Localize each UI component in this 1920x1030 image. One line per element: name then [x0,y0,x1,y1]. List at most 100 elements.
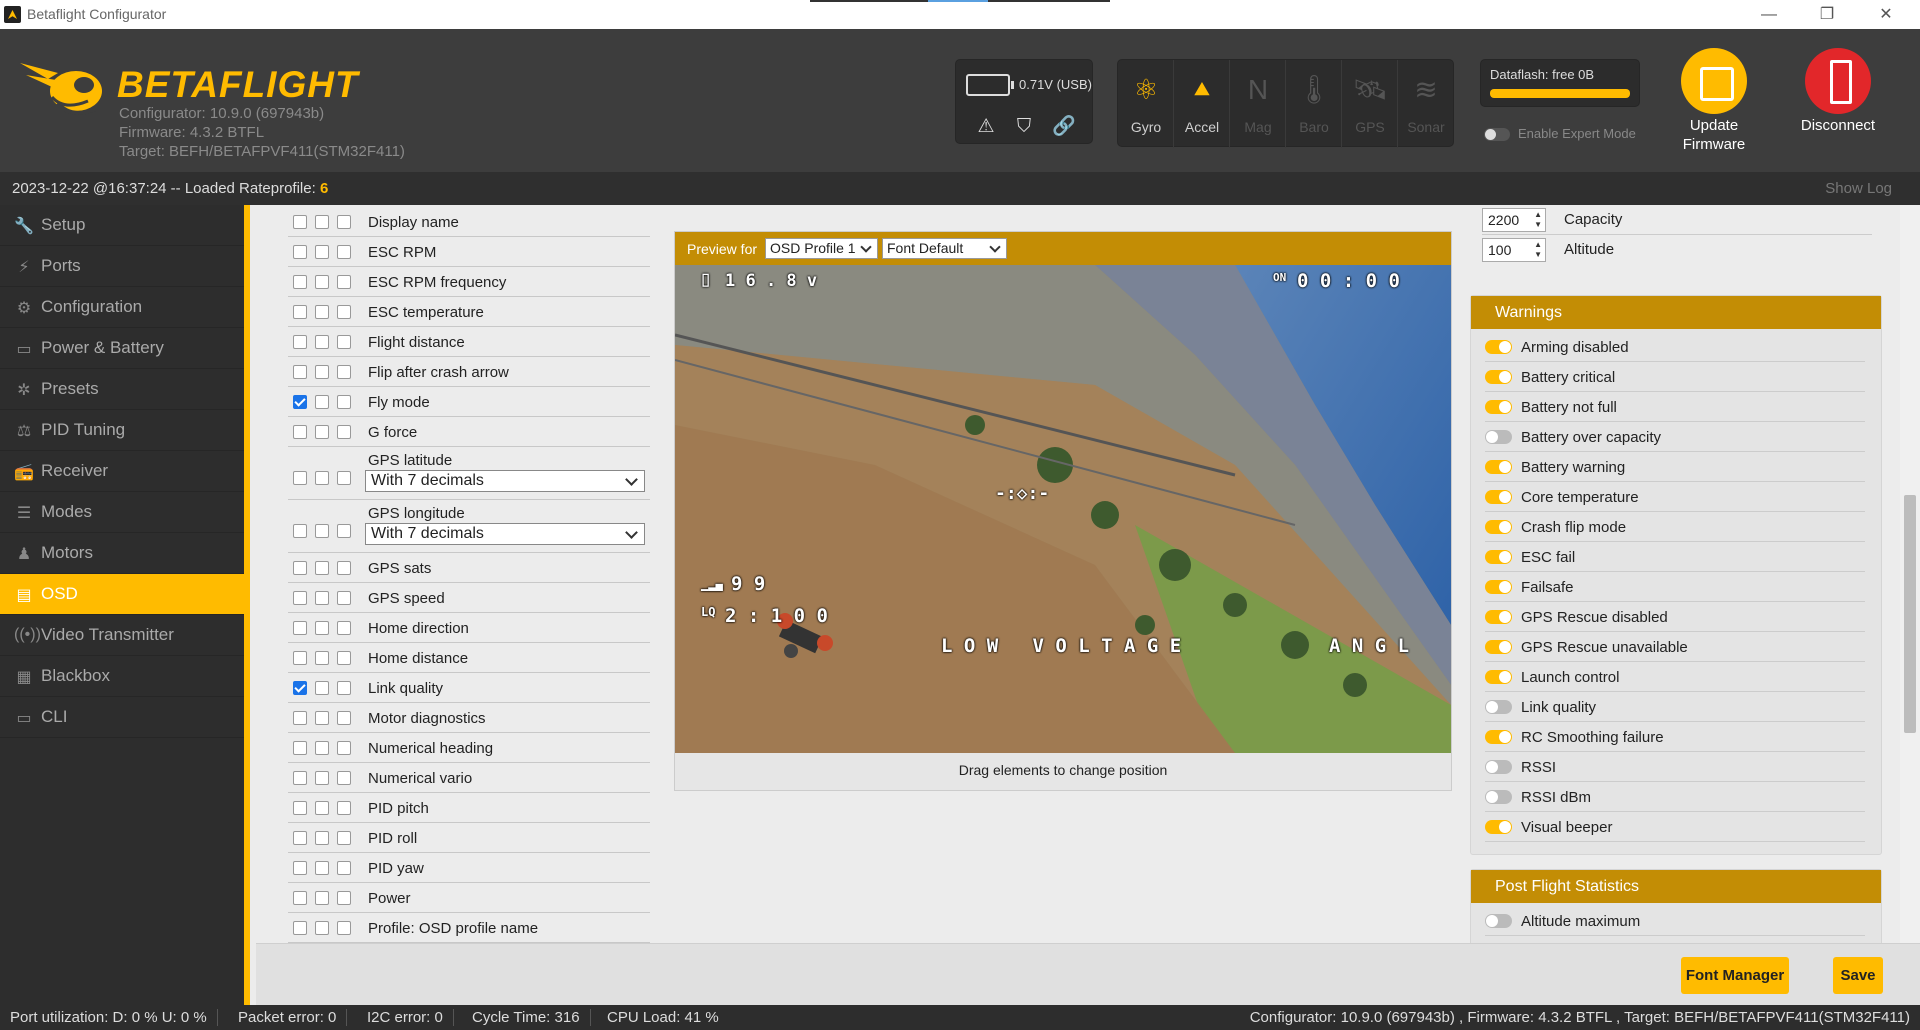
osd-element-checkbox-profile-1[interactable] [293,621,307,635]
sidebar-item-receiver[interactable]: 📻 Receiver [0,451,244,492]
expert-mode-switch[interactable] [1484,128,1510,142]
osd-profile-select[interactable]: OSD Profile 1 [765,238,878,259]
osd-element-checkbox-profile-3[interactable] [337,921,351,935]
minimize-button[interactable]: — [1746,2,1792,28]
content-scrollbar[interactable] [1900,205,1920,943]
altitude-input[interactable]: 100 [1482,238,1546,262]
video-preview[interactable]: ▯ 1 6 . 8 v ON 0 0 : 0 0 -:◇:- ▁▂▄ 9 9 L… [675,265,1451,753]
osd-element-checkbox-profile-1[interactable] [293,891,307,905]
toggle-switch[interactable] [1485,400,1512,414]
osd-element-checkbox-profile-3[interactable] [337,621,351,635]
osd-element-checkbox-profile-1[interactable] [293,651,307,665]
osd-element-checkbox-profile-3[interactable] [337,335,351,349]
osd-element-checkbox-profile-2[interactable] [315,681,329,695]
osd-rssi-icon[interactable]: ▁▂▄ [701,577,723,591]
sidebar-item-presets[interactable]: ✲ Presets [0,369,244,410]
disconnect-button[interactable] [1805,48,1871,114]
osd-element-checkbox-profile-3[interactable] [337,651,351,665]
osd-lq-icon[interactable]: LQ [701,605,715,619]
sidebar-item-power-battery[interactable]: ▭ Power & Battery [0,328,244,369]
sidebar-item-video-transmitter[interactable]: ((•)) Video Transmitter [0,615,244,656]
font-select[interactable]: Font Default [882,238,1007,259]
osd-timer-icon[interactable]: ON [1273,271,1286,284]
osd-element-checkbox-profile-1[interactable] [293,395,307,409]
toggle-switch[interactable] [1485,820,1512,834]
osd-element-checkbox-profile-1[interactable] [293,561,307,575]
osd-element-checkbox-profile-2[interactable] [315,651,329,665]
sidebar-item-ports[interactable]: ⚡ Ports [0,246,244,287]
osd-crosshair[interactable]: -:◇:- [995,483,1049,504]
sidebar-item-cli[interactable]: ▭ CLI [0,697,244,738]
osd-element-checkbox-profile-2[interactable] [315,305,329,319]
osd-element-checkbox-profile-3[interactable] [337,561,351,575]
sidebar-item-pid-tuning[interactable]: ⚖ PID Tuning [0,410,244,451]
osd-element-checkbox-profile-2[interactable] [315,471,329,485]
osd-element-checkbox-profile-3[interactable] [337,771,351,785]
osd-element-checkbox-profile-1[interactable] [293,425,307,439]
toggle-switch[interactable] [1485,670,1512,684]
osd-element-checkbox-profile-1[interactable] [293,245,307,259]
osd-element-checkbox-profile-1[interactable] [293,524,307,538]
osd-element-checkbox-profile-3[interactable] [337,591,351,605]
osd-element-checkbox-profile-1[interactable] [293,921,307,935]
osd-element-checkbox-profile-1[interactable] [293,681,307,695]
toggle-switch[interactable] [1485,370,1512,384]
sidebar-item-motors[interactable]: ♟ Motors [0,533,244,574]
osd-warnings[interactable]: L O W V O L T A G E [941,635,1181,657]
toggle-switch[interactable] [1485,550,1512,564]
osd-element-variant-select[interactable]: With 7 decimals [365,470,645,492]
osd-element-checkbox-profile-2[interactable] [315,524,329,538]
osd-element-checkbox-profile-3[interactable] [337,831,351,845]
scrollbar-thumb[interactable] [1904,495,1916,733]
osd-element-checkbox-profile-1[interactable] [293,861,307,875]
update-firmware-button[interactable] [1681,48,1747,114]
osd-element-checkbox-profile-3[interactable] [337,524,351,538]
osd-element-checkbox-profile-1[interactable] [293,275,307,289]
osd-element-checkbox-profile-3[interactable] [337,305,351,319]
osd-element-checkbox-profile-1[interactable] [293,801,307,815]
update-firmware-label[interactable]: Update Firmware [1664,116,1764,154]
osd-element-checkbox-profile-3[interactable] [337,245,351,259]
osd-element-checkbox-profile-2[interactable] [315,741,329,755]
show-log-link[interactable]: Show Log [1825,180,1892,197]
osd-element-checkbox-profile-2[interactable] [315,801,329,815]
toggle-switch[interactable] [1485,610,1512,624]
osd-element-checkbox-profile-1[interactable] [293,365,307,379]
osd-fly-mode[interactable]: A N G L [1329,635,1409,657]
osd-rssi[interactable]: 9 9 [731,573,765,595]
sidebar-item-blackbox[interactable]: ▦ Blackbox [0,656,244,697]
osd-element-checkbox-profile-2[interactable] [315,245,329,259]
sidebar-item-modes[interactable]: ☰ Modes [0,492,244,533]
osd-element-checkbox-profile-3[interactable] [337,365,351,379]
osd-element-checkbox-profile-2[interactable] [315,425,329,439]
osd-element-checkbox-profile-3[interactable] [337,425,351,439]
osd-element-checkbox-profile-2[interactable] [315,621,329,635]
expert-mode-toggle[interactable]: Enable Expert Mode [1484,126,1636,142]
toggle-switch[interactable] [1485,790,1512,804]
osd-element-checkbox-profile-1[interactable] [293,771,307,785]
sidebar-item-osd[interactable]: ▤ OSD [0,574,244,615]
osd-element-checkbox-profile-3[interactable] [337,275,351,289]
osd-element-checkbox-profile-3[interactable] [337,471,351,485]
toggle-switch[interactable] [1485,340,1512,354]
osd-element-checkbox-profile-1[interactable] [293,591,307,605]
osd-element-checkbox-profile-2[interactable] [315,275,329,289]
osd-element-checkbox-profile-2[interactable] [315,591,329,605]
osd-element-checkbox-profile-3[interactable] [337,711,351,725]
osd-element-checkbox-profile-1[interactable] [293,305,307,319]
toggle-switch[interactable] [1485,580,1512,594]
toggle-switch[interactable] [1485,640,1512,654]
osd-element-checkbox-profile-1[interactable] [293,711,307,725]
toggle-switch[interactable] [1485,430,1512,444]
osd-element-checkbox-profile-2[interactable] [315,831,329,845]
osd-element-checkbox-profile-3[interactable] [337,861,351,875]
osd-element-checkbox-profile-2[interactable] [315,335,329,349]
osd-battery-icon[interactable]: ▯ [699,267,712,292]
sidebar-item-setup[interactable]: 🔧 Setup [0,205,244,246]
osd-element-checkbox-profile-1[interactable] [293,471,307,485]
capacity-input[interactable]: 2200 [1482,208,1546,232]
osd-element-variant-select[interactable]: With 7 decimals [365,523,645,545]
osd-link-quality[interactable]: 2 : 1 0 0 [725,605,828,627]
osd-element-checkbox-profile-2[interactable] [315,365,329,379]
osd-element-checkbox-profile-3[interactable] [337,741,351,755]
